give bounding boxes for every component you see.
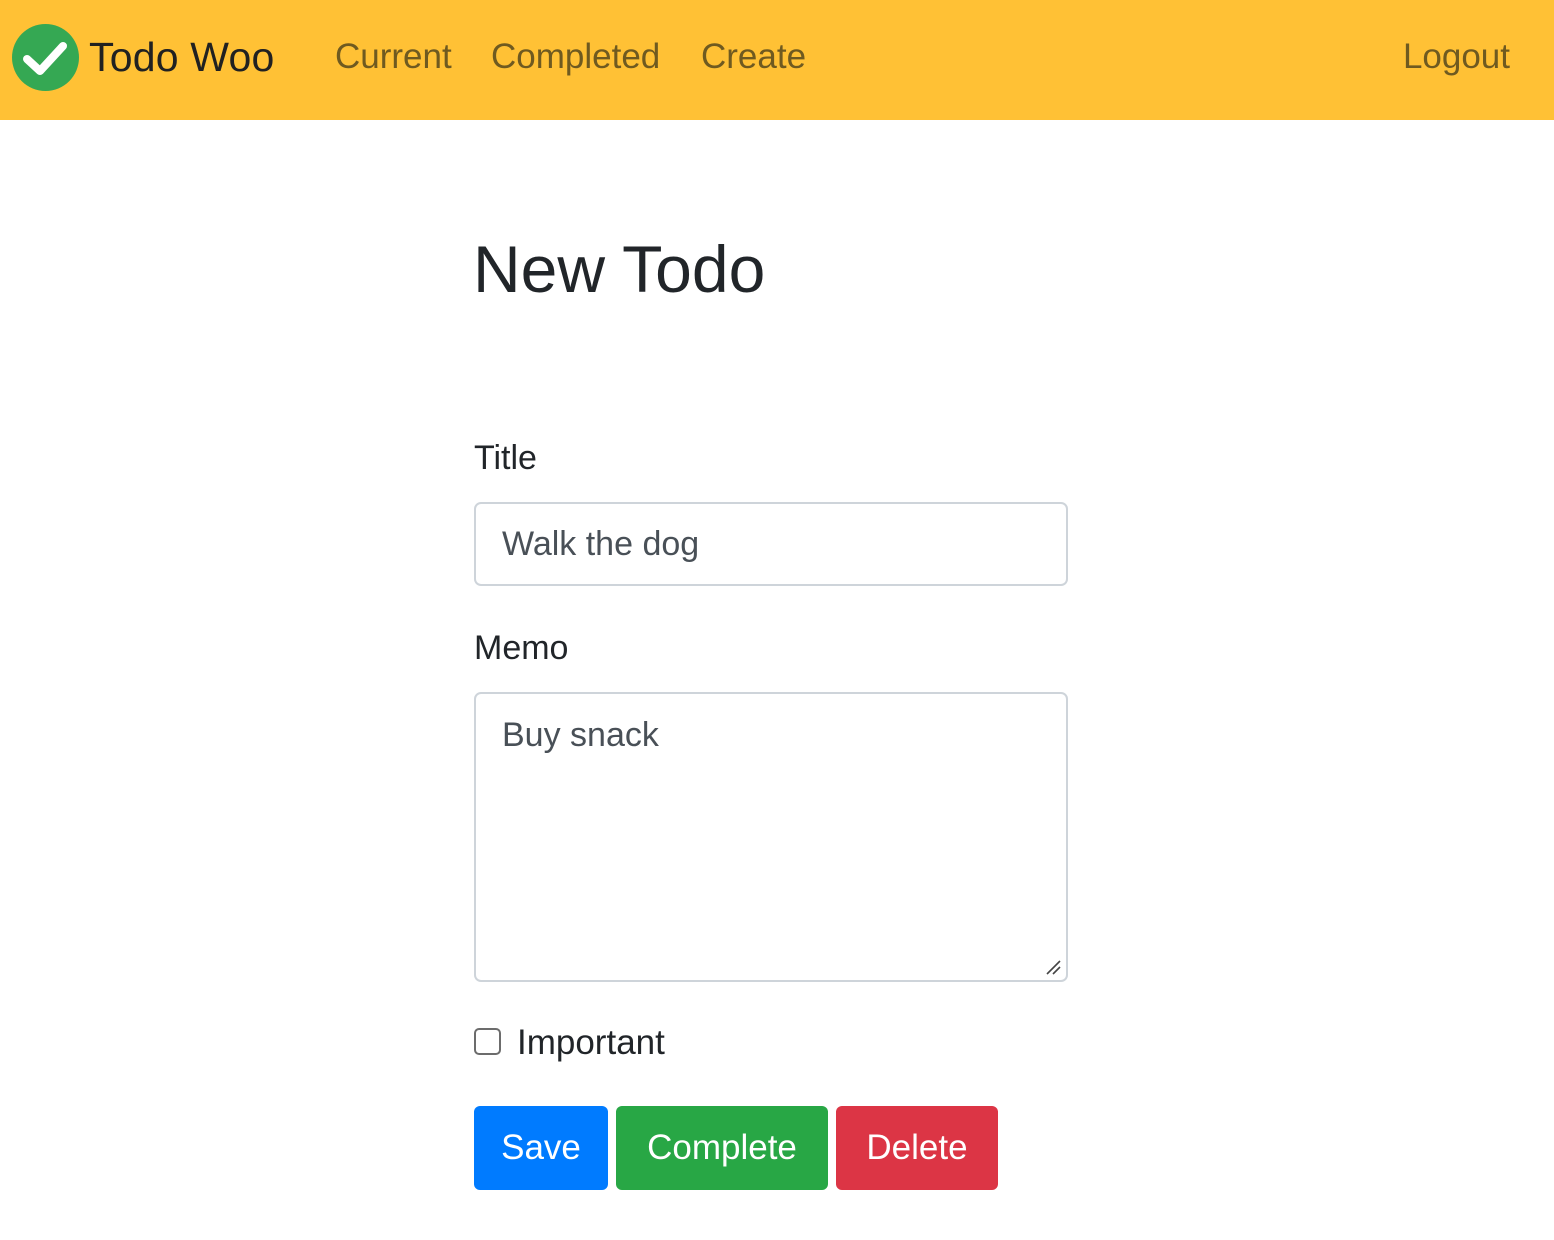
nav-completed-link[interactable]: Completed xyxy=(491,34,660,80)
important-label[interactable]: Important xyxy=(517,1021,665,1065)
important-checkbox[interactable] xyxy=(474,1028,501,1055)
delete-button[interactable]: Delete xyxy=(836,1106,998,1190)
brand-link[interactable]: Todo Woo xyxy=(12,22,274,92)
memo-label: Memo xyxy=(474,629,569,667)
nav-current-link[interactable]: Current xyxy=(335,34,452,80)
title-input[interactable] xyxy=(474,502,1068,586)
resize-grip-icon[interactable] xyxy=(1044,958,1062,976)
title-label: Title xyxy=(474,439,537,477)
complete-button[interactable]: Complete xyxy=(616,1106,828,1190)
nav-logout-link[interactable]: Logout xyxy=(1403,34,1510,80)
save-button[interactable]: Save xyxy=(474,1106,608,1190)
navbar: Todo Woo Current Completed Create Logout xyxy=(0,0,1554,120)
check-circle-icon xyxy=(12,23,79,91)
page-title: New Todo xyxy=(473,232,766,306)
nav-create-link[interactable]: Create xyxy=(701,34,806,80)
brand-name: Todo Woo xyxy=(89,33,275,80)
memo-textarea[interactable]: Buy snack xyxy=(474,692,1068,982)
